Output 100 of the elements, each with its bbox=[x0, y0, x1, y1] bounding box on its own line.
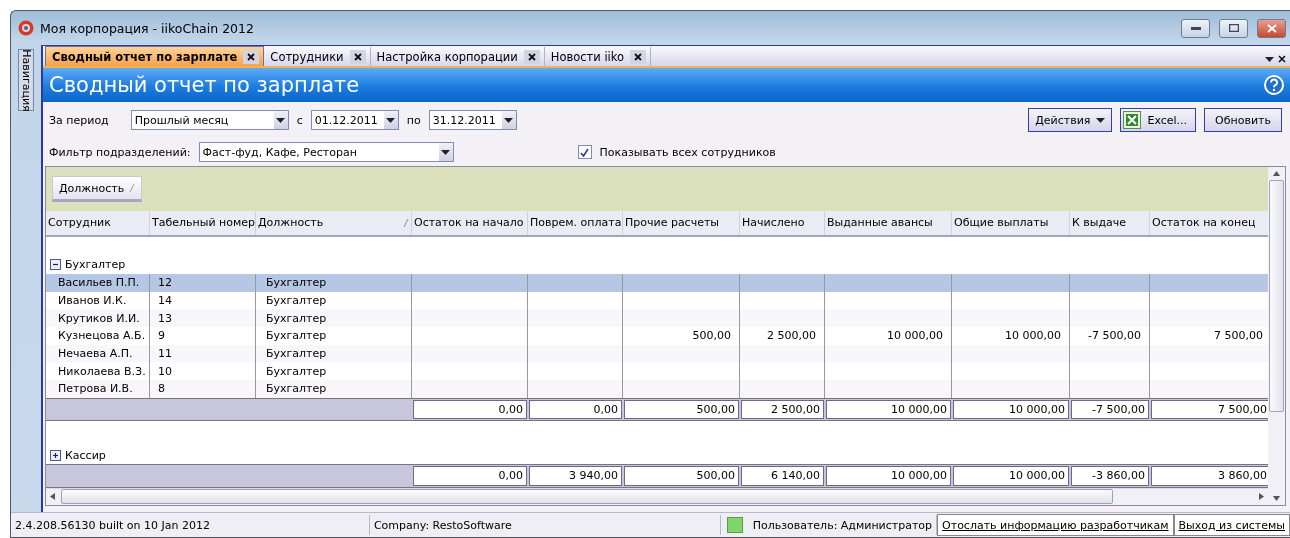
group-by-chip[interactable]: Должность bbox=[52, 176, 143, 203]
column-header[interactable]: Сотрудник bbox=[46, 211, 150, 235]
close-icon bbox=[1266, 23, 1277, 33]
column-header[interactable]: Выданные авансы bbox=[825, 211, 952, 235]
tab-close-icon[interactable] bbox=[353, 52, 362, 61]
group-name: Кассир bbox=[65, 448, 106, 462]
column-header[interactable]: Начислено bbox=[740, 211, 825, 235]
total-cell: 0,00 bbox=[529, 399, 622, 419]
table-cell: 14 bbox=[158, 294, 172, 308]
scroll-right-icon[interactable] bbox=[1259, 493, 1264, 501]
table-row[interactable]: Васильев П.П. 12 Бухгалтер bbox=[46, 274, 1268, 292]
table-cell: 10 000,00 bbox=[887, 329, 943, 343]
version-text: 2.4.208.56130 built on 10 Jan 2012 bbox=[11, 515, 370, 535]
scroll-down-icon[interactable] bbox=[1273, 496, 1280, 501]
table-cell: 12 bbox=[158, 276, 172, 290]
minimize-button[interactable] bbox=[1181, 18, 1210, 38]
tab-close-icon[interactable] bbox=[527, 52, 536, 61]
division-filter-dropdown[interactable]: Фаст-фуд, Кафе, Ресторан bbox=[198, 142, 454, 162]
column-header[interactable]: Должность bbox=[256, 211, 412, 235]
maximize-icon bbox=[1228, 24, 1239, 32]
spreadsheet-icon bbox=[1123, 111, 1142, 129]
tab-close-icon[interactable] bbox=[247, 52, 256, 61]
report-title: Сводный отчет по зарплате bbox=[49, 73, 361, 97]
table-cell: 500,00 bbox=[692, 329, 731, 343]
total-cell: 0,00 bbox=[413, 399, 527, 419]
total-cell: 10 000,00 bbox=[953, 466, 1069, 486]
table-cell: Кузнецова А.Б. bbox=[58, 329, 146, 343]
column-header[interactable]: Прочие расчеты bbox=[623, 211, 740, 235]
table-cell: Крутиков И.И. bbox=[58, 311, 140, 325]
to-label: по bbox=[406, 113, 421, 127]
table-cell: 11 bbox=[158, 347, 172, 361]
minimize-icon bbox=[1190, 26, 1201, 30]
vertical-scrollbar[interactable] bbox=[1268, 167, 1285, 505]
total-cell: 500,00 bbox=[624, 399, 739, 419]
document-tab[interactable]: Настройка корпорации bbox=[370, 47, 545, 66]
excel-button[interactable]: Excel... bbox=[1120, 108, 1197, 132]
table-cell: Николаева В.З. bbox=[58, 364, 146, 378]
app-logo-icon bbox=[18, 20, 34, 36]
total-cell: 10 000,00 bbox=[826, 399, 951, 419]
column-header[interactable]: К выдаче bbox=[1070, 211, 1150, 235]
logout-link[interactable]: Выход из системы bbox=[1173, 514, 1290, 536]
actions-button[interactable]: Действия bbox=[1028, 108, 1113, 132]
table-cell: 9 bbox=[158, 329, 165, 343]
dropdown-arrow-icon bbox=[386, 117, 396, 123]
total-cell: 10 000,00 bbox=[953, 399, 1069, 419]
total-cell: 2 500,00 bbox=[741, 399, 824, 419]
division-filter-label: Фильтр подразделений: bbox=[49, 145, 191, 159]
close-button[interactable] bbox=[1257, 18, 1286, 38]
table-cell: Петрова И.В. bbox=[58, 382, 133, 396]
table-row[interactable]: Крутиков И.И. 13 Бухгалтер bbox=[46, 309, 1268, 328]
table-cell: 2 500,00 bbox=[767, 329, 816, 343]
help-icon[interactable] bbox=[1264, 75, 1284, 95]
table-cell: 7 500,00 bbox=[1214, 329, 1263, 343]
scroll-left-icon[interactable] bbox=[50, 493, 55, 501]
period-dropdown[interactable]: Прошлый месяц bbox=[130, 110, 289, 130]
table-row[interactable]: Петрова И.В. 8 Бухгалтер bbox=[46, 380, 1268, 398]
total-cell: 7 500,00 bbox=[1151, 399, 1271, 419]
scroll-up-icon[interactable] bbox=[1273, 171, 1280, 176]
column-header[interactable]: Остаток на начало bbox=[412, 211, 528, 235]
sort-icon bbox=[129, 184, 136, 193]
collapse-icon[interactable] bbox=[50, 259, 61, 271]
table-cell: Бухгалтер bbox=[266, 294, 327, 308]
maximize-button[interactable] bbox=[1219, 18, 1248, 38]
show-all-checkbox[interactable] bbox=[577, 145, 592, 159]
tab-close-icon[interactable] bbox=[634, 52, 643, 61]
column-header[interactable]: Поврем. оплата bbox=[528, 211, 623, 235]
table-cell: 8 bbox=[158, 382, 165, 396]
total-cell: 6 140,00 bbox=[741, 466, 824, 486]
total-cell: 3 940,00 bbox=[529, 466, 622, 486]
company-text: Company: RestoSoftware bbox=[369, 515, 721, 535]
close-icon[interactable] bbox=[1278, 55, 1286, 63]
expand-icon[interactable] bbox=[50, 449, 61, 461]
table-cell: Нечаева А.П. bbox=[58, 347, 133, 361]
dropdown-arrow-icon bbox=[504, 117, 514, 123]
tab-list-icon bbox=[1265, 56, 1274, 62]
send-info-link[interactable]: Отослать информацию разработчикам bbox=[937, 514, 1174, 536]
table-cell: Бухгалтер bbox=[266, 276, 327, 290]
sort-icon bbox=[403, 218, 409, 227]
document-tab[interactable]: Новости iiko bbox=[544, 47, 652, 66]
table-cell: Иванов И.К. bbox=[58, 294, 127, 308]
document-tab[interactable]: Сводный отчет по зарплате bbox=[45, 46, 265, 66]
dropdown-arrow-icon bbox=[441, 149, 450, 155]
table-cell: Бухгалтер bbox=[266, 382, 327, 396]
table-cell: Бухгалтер bbox=[266, 364, 327, 378]
refresh-button[interactable]: Обновить bbox=[1204, 108, 1282, 132]
document-tab[interactable]: Сотрудники bbox=[264, 47, 371, 66]
table-cell: 10 bbox=[158, 364, 172, 378]
from-label: с bbox=[296, 113, 303, 127]
column-header[interactable]: Общие выплаты bbox=[952, 211, 1070, 235]
date-to-field[interactable]: 31.12.2011 bbox=[428, 110, 517, 130]
group-name: Бухгалтер bbox=[65, 258, 126, 272]
date-from-field[interactable]: 01.12.2011 bbox=[310, 110, 399, 130]
period-label: За период bbox=[49, 113, 109, 127]
column-header[interactable]: Табельный номер bbox=[150, 211, 256, 235]
navigation-tab[interactable]: Навигация bbox=[18, 49, 34, 111]
total-cell: -3 860,00 bbox=[1071, 466, 1149, 486]
table-cell: -7 500,00 bbox=[1088, 329, 1141, 343]
dropdown-arrow-icon bbox=[276, 117, 286, 123]
total-cell: 0,00 bbox=[413, 466, 527, 486]
connection-status-icon bbox=[727, 517, 743, 533]
